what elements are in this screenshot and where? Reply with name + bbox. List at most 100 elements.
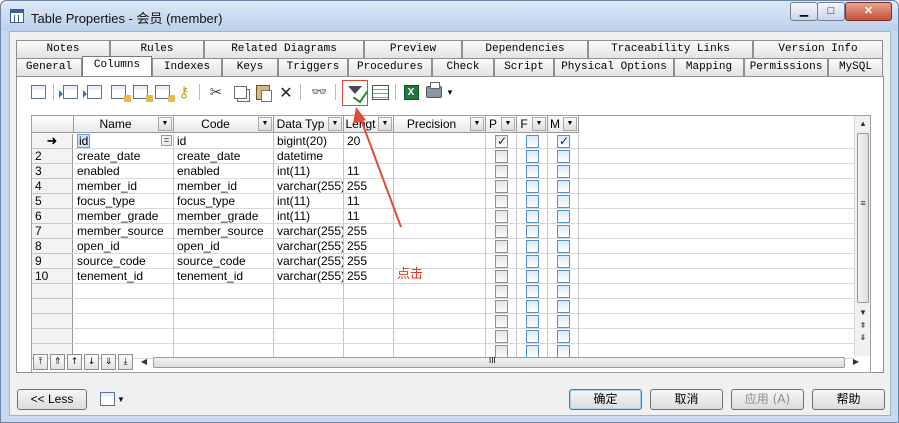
cell-type[interactable]: varchar(255) — [274, 239, 344, 254]
cell-type[interactable]: varchar(255) — [274, 254, 344, 269]
checkbox-f[interactable] — [526, 270, 539, 283]
cell-precision[interactable] — [394, 164, 486, 179]
key-button[interactable]: ⚷ — [173, 81, 195, 103]
cell-name[interactable] — [74, 329, 174, 344]
row-header[interactable]: 3 — [32, 164, 73, 179]
insert-row-button[interactable] — [58, 81, 81, 103]
cell-length[interactable]: 255 — [344, 269, 394, 284]
checkbox-m[interactable] — [557, 315, 570, 328]
checkbox-m[interactable] — [557, 180, 570, 193]
cell-precision[interactable] — [394, 299, 486, 314]
checkbox-f[interactable] — [526, 210, 539, 223]
cancel-button[interactable]: 取消 — [650, 389, 723, 410]
cell-code[interactable]: create_date — [174, 149, 274, 164]
cell-length[interactable] — [344, 329, 394, 344]
cell-precision[interactable] — [394, 179, 486, 194]
cell-name[interactable]: id = — [74, 134, 174, 149]
cell-type[interactable]: varchar(255) — [274, 224, 344, 239]
cell-length[interactable]: 11 — [344, 209, 394, 224]
horizontal-thumb[interactable] — [153, 357, 845, 368]
cell-name[interactable] — [74, 299, 174, 314]
row-header[interactable] — [32, 284, 73, 299]
checkbox-f[interactable] — [526, 315, 539, 328]
cell-length[interactable] — [344, 314, 394, 329]
cut-button[interactable]: ✂ — [205, 81, 227, 103]
checkbox-f[interactable] — [526, 300, 539, 313]
checkbox-m[interactable] — [557, 134, 570, 148]
cell-code[interactable]: member_source — [174, 224, 274, 239]
cell-code[interactable]: member_grade — [174, 209, 274, 224]
filter-button[interactable] — [344, 81, 366, 103]
cell-name[interactable]: enabled — [74, 164, 174, 179]
cell-length[interactable] — [344, 149, 394, 164]
vertical-scrollbar[interactable]: ▲ ≡ ▼ — [854, 116, 870, 338]
cell-length[interactable]: 255 — [344, 224, 394, 239]
checkbox-p[interactable] — [495, 240, 508, 253]
cell-code[interactable] — [174, 314, 274, 329]
paste-button[interactable] — [252, 81, 274, 103]
scroll-thumb[interactable] — [857, 133, 869, 303]
header-name[interactable]: Name ▼ — [74, 116, 174, 133]
header-foreign[interactable]: F ▼ — [517, 116, 548, 133]
cell-length[interactable]: 255 — [344, 254, 394, 269]
less-button[interactable]: << Less — [17, 389, 87, 410]
checkbox-f[interactable] — [526, 240, 539, 253]
tab-mysql[interactable]: MySQL — [828, 58, 883, 76]
checkbox-p[interactable] — [495, 165, 508, 178]
cell-name[interactable]: member_id — [74, 179, 174, 194]
checkbox-m[interactable] — [557, 330, 570, 343]
column-menu-icon[interactable]: ▼ — [501, 117, 515, 131]
row-header[interactable]: 5 — [32, 194, 73, 209]
row-header[interactable] — [32, 299, 73, 314]
cell-code[interactable] — [174, 284, 274, 299]
checkbox-m[interactable] — [557, 150, 570, 163]
checkbox-f[interactable] — [526, 195, 539, 208]
column-menu-icon[interactable]: ▼ — [328, 117, 342, 131]
checkbox-m[interactable] — [557, 225, 570, 238]
print-button[interactable] — [423, 81, 445, 103]
header-length[interactable]: Lengt ▼ — [344, 116, 394, 133]
row-header[interactable]: 10 — [32, 269, 73, 284]
add-domain-button[interactable] — [151, 81, 175, 103]
cell-length[interactable] — [344, 284, 394, 299]
scroll-right-icon[interactable]: ▶ — [849, 355, 863, 369]
cell-length[interactable]: 255 — [344, 239, 394, 254]
tab-mapping[interactable]: Mapping — [674, 58, 744, 76]
cell-name[interactable] — [74, 284, 174, 299]
name-code-sync-button[interactable]: = — [161, 135, 172, 146]
checkbox-p[interactable] — [495, 315, 508, 328]
tab-indexes[interactable]: Indexes — [152, 58, 222, 76]
checkbox-f[interactable] — [526, 225, 539, 238]
column-menu-icon[interactable]: ▼ — [470, 117, 484, 131]
scroll-down-icon[interactable]: ▼ — [856, 306, 870, 320]
cell-code[interactable]: member_id — [174, 179, 274, 194]
tab-columns[interactable]: Columns — [82, 56, 152, 76]
tab-procedures[interactable]: Procedures — [348, 58, 432, 76]
scroll-up-icon[interactable]: ▲ — [856, 117, 870, 131]
add-columns-button[interactable] — [107, 81, 131, 103]
cell-length[interactable]: 11 — [344, 194, 394, 209]
cell-type[interactable] — [274, 329, 344, 344]
move-down-button[interactable]: ↓ — [84, 354, 99, 370]
column-menu-icon[interactable]: ▼ — [563, 117, 577, 131]
row-header[interactable] — [32, 329, 73, 344]
cell-name[interactable]: open_id — [74, 239, 174, 254]
checkbox-p[interactable] — [495, 225, 508, 238]
tab-related-diagrams[interactable]: Related Diagrams — [204, 40, 364, 58]
checkbox-m[interactable] — [557, 285, 570, 298]
cell-name[interactable]: focus_type — [74, 194, 174, 209]
row-header[interactable]: 2 — [32, 149, 73, 164]
header-primary[interactable]: P ▼ — [486, 116, 517, 133]
cell-precision[interactable] — [394, 209, 486, 224]
cell-code[interactable]: source_code — [174, 254, 274, 269]
checkbox-f[interactable] — [526, 255, 539, 268]
cell-type[interactable] — [274, 314, 344, 329]
cell-precision[interactable] — [394, 134, 486, 149]
cell-type[interactable]: int(11) — [274, 209, 344, 224]
cell-type[interactable]: datetime — [274, 149, 344, 164]
checkbox-f[interactable] — [526, 165, 539, 178]
delete-button[interactable]: ✕ — [275, 81, 297, 103]
cell-code[interactable]: id — [174, 134, 274, 149]
checkbox-p[interactable] — [495, 150, 508, 163]
ok-button[interactable]: 确定 — [569, 389, 642, 410]
